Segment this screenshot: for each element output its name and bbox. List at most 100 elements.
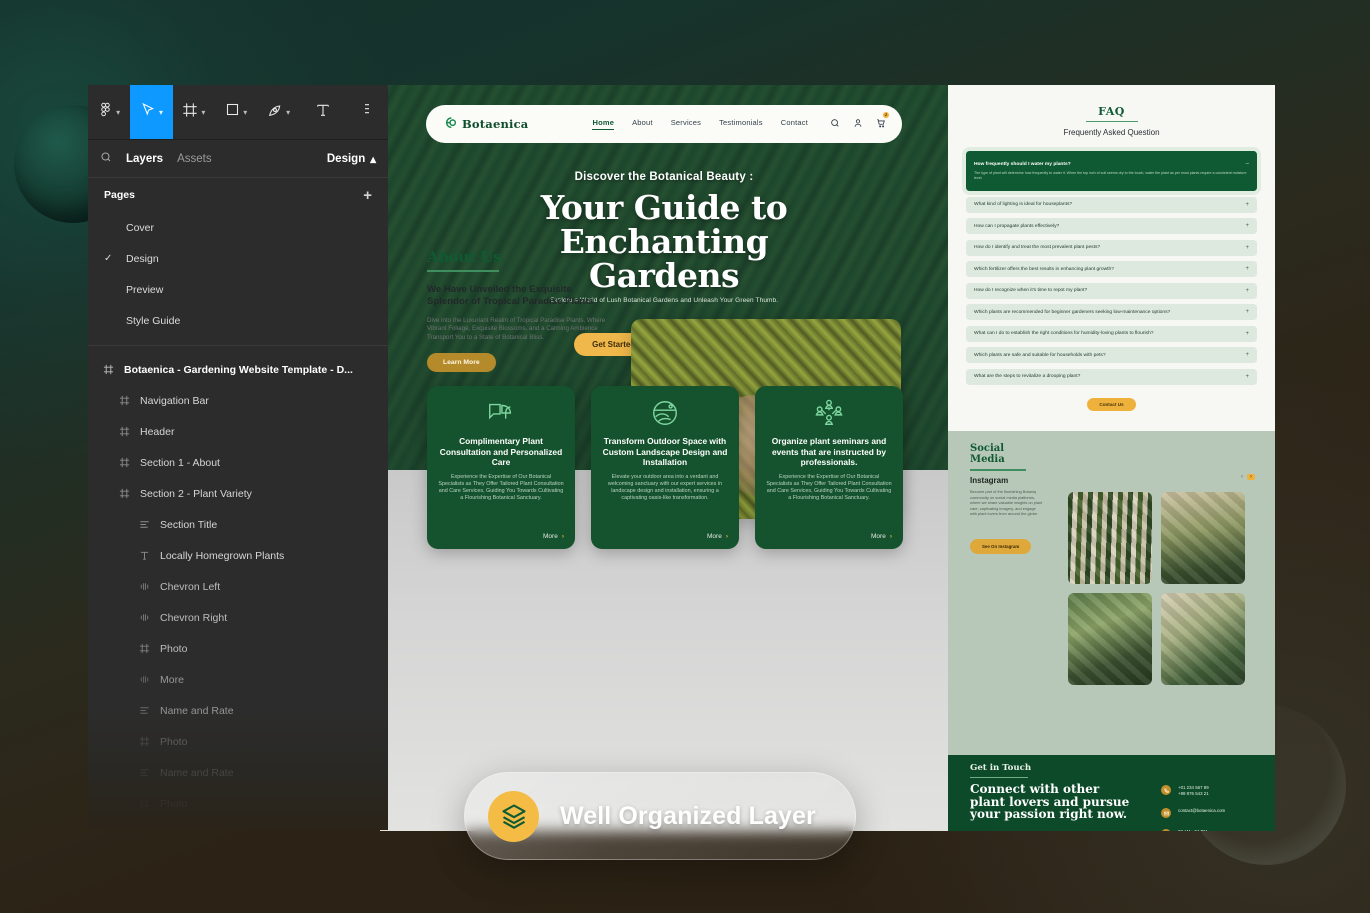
text-tool-button[interactable]	[300, 85, 346, 139]
faq-toggle-icon[interactable]: +	[1245, 374, 1249, 380]
faq-row[interactable]: What can I do to establish the right con…	[966, 325, 1257, 342]
botaenica-logo-icon	[442, 116, 458, 132]
hero-title-line-1: Your Guide to	[540, 188, 788, 227]
brand[interactable]: Botaenica	[442, 116, 528, 132]
add-page-icon[interactable]: +	[363, 188, 372, 203]
social-kicker-line-1: Social	[970, 443, 1005, 454]
service-card-more[interactable]: More ›	[543, 533, 564, 540]
faq-row[interactable]: Which plants are safe and suitable for h…	[966, 347, 1257, 364]
faq-row-open[interactable]: How frequently should I water my plants?…	[966, 151, 1257, 192]
layer-row[interactable]: Section 2 - Plant Variety	[88, 478, 388, 509]
instagram-photo[interactable]	[1068, 593, 1152, 685]
faq-toggle-icon[interactable]: +	[1245, 309, 1249, 315]
instagram-photo[interactable]	[1161, 593, 1245, 685]
layer-row[interactable]: More	[88, 664, 388, 695]
service-card[interactable]: Organize plant seminars and events that …	[755, 386, 903, 549]
faq-row[interactable]: Which fertilizer offers the best results…	[966, 261, 1257, 278]
site-navigation-bar[interactable]: Botaenica Home About Services Testimonia…	[426, 105, 902, 143]
service-card[interactable]: Transform Outdoor Space with Custom Land…	[591, 386, 739, 549]
faq-row[interactable]: How do I identify and treat the most pre…	[966, 239, 1257, 256]
carousel-next-icon[interactable]: ›	[1247, 474, 1255, 480]
user-icon[interactable]	[853, 115, 863, 133]
plant-consult-icon	[438, 398, 564, 428]
frame-tool-button[interactable]: ▾	[173, 85, 215, 139]
frame-icon	[138, 736, 151, 747]
faq-row[interactable]: How do I recognize when it's time to rep…	[966, 282, 1257, 299]
tab-design[interactable]: Design ▴	[327, 152, 376, 166]
shape-tool-button[interactable]: ▾	[215, 85, 257, 139]
page-item-preview[interactable]: Preview	[88, 274, 388, 305]
faq-toggle-icon[interactable]: +	[1245, 331, 1249, 337]
pen-tool-button[interactable]: ▾	[257, 85, 299, 139]
layer-label: More	[160, 673, 184, 686]
layer-row[interactable]: Navigation Bar	[88, 385, 388, 416]
nav-link-testimonials[interactable]: Testimonials	[719, 118, 763, 130]
nav-link-about[interactable]: About	[632, 118, 653, 130]
layer-row[interactable]: Section Title	[88, 509, 388, 540]
learn-more-button[interactable]: Learn More	[427, 352, 496, 372]
faq-row[interactable]: How can I propagate plants effectively? +	[966, 218, 1257, 235]
service-card-body: Experience the Expertise of Our Botanica…	[766, 473, 892, 502]
faq-toggle-icon[interactable]: +	[1245, 288, 1249, 294]
faq-toggle-icon[interactable]: +	[1245, 266, 1249, 272]
brand-name: Botaenica	[462, 117, 529, 131]
layer-row[interactable]: Chevron Left	[88, 571, 388, 602]
figma-panel: ▾ ▾ ▾ ▾ ▾ Layers Assets Design ▴ Pages +…	[88, 85, 388, 830]
cart-badge: 2	[883, 112, 889, 118]
move-tool-button[interactable]: ▾	[130, 85, 173, 139]
layer-row[interactable]: Name and Rate	[88, 695, 388, 726]
carousel-prev-icon[interactable]: ‹	[1241, 474, 1243, 480]
search-icon[interactable]	[830, 115, 840, 133]
chevron-up-icon: ▴	[370, 153, 376, 166]
faq-toggle-icon[interactable]: +	[1245, 223, 1249, 229]
nav-link-contact[interactable]: Contact	[781, 118, 808, 130]
frame-icon	[138, 798, 151, 809]
faq-toggle-icon[interactable]: +	[1245, 352, 1249, 358]
layer-row[interactable]: Name and Rate	[88, 757, 388, 788]
service-card-more[interactable]: More ›	[871, 533, 892, 540]
layer-row[interactable]: Photo	[88, 726, 388, 757]
faq-row[interactable]: What are the steps to revitalize a droop…	[966, 368, 1257, 385]
faq-toggle-icon[interactable]: –	[1246, 161, 1249, 167]
nav-link-services[interactable]: Services	[671, 118, 701, 130]
layer-row[interactable]: Photo	[88, 633, 388, 664]
cart-icon[interactable]: 2	[876, 112, 889, 133]
see-on-instagram-button[interactable]: See On Instagram	[970, 539, 1032, 554]
instagram-photo[interactable]	[1161, 492, 1245, 584]
faq-title: FAQ	[1098, 105, 1125, 118]
text-icon	[315, 102, 331, 123]
social-kicker: Social Media	[970, 443, 1005, 465]
about-underline	[427, 270, 499, 272]
frame-icon	[138, 643, 151, 654]
layer-row[interactable]: Section 1 - About	[88, 447, 388, 478]
instagram-photo[interactable]	[1068, 492, 1152, 584]
layer-row[interactable]: Botaenica - Gardening Website Template -…	[88, 354, 388, 385]
service-card-more[interactable]: More ›	[707, 533, 728, 540]
phone-line-2: +99 876 543 21	[1178, 791, 1209, 797]
seminar-icon	[766, 398, 892, 428]
page-item-style-guide[interactable]: Style Guide	[88, 305, 388, 336]
search-icon[interactable]	[100, 150, 112, 168]
figma-logo-icon	[98, 102, 113, 122]
service-card[interactable]: Complimentary Plant Consultation and Per…	[427, 386, 575, 549]
tab-layers[interactable]: Layers	[126, 153, 163, 165]
page-item-cover[interactable]: Cover	[88, 212, 388, 243]
more-tools-button[interactable]	[346, 85, 388, 139]
faq-row[interactable]: Which plants are recommended for beginne…	[966, 304, 1257, 321]
tab-assets[interactable]: Assets	[177, 153, 212, 165]
faq-contact-button[interactable]: Contact Us	[1087, 397, 1136, 411]
page-item-design[interactable]: ✓ Design	[88, 243, 388, 274]
nav-link-home[interactable]: Home	[592, 118, 615, 130]
layer-row[interactable]: Locally Homegrown Plants	[88, 540, 388, 571]
faq-row[interactable]: What kind of lighting is ideal for house…	[966, 196, 1257, 213]
layer-row[interactable]: Chevron Right	[88, 602, 388, 633]
pen-icon	[267, 102, 283, 123]
figma-panel-tabs: Layers Assets Design ▴	[88, 140, 388, 178]
faq-toggle-icon[interactable]: +	[1245, 202, 1249, 208]
layer-row[interactable]: Photo	[88, 788, 388, 819]
layer-row[interactable]: Header	[88, 416, 388, 447]
frame-icon	[182, 102, 198, 123]
layer-label: Locally Homegrown Plants	[160, 549, 285, 562]
faq-toggle-icon[interactable]: +	[1245, 245, 1249, 251]
figma-menu-button[interactable]: ▾	[88, 85, 130, 139]
